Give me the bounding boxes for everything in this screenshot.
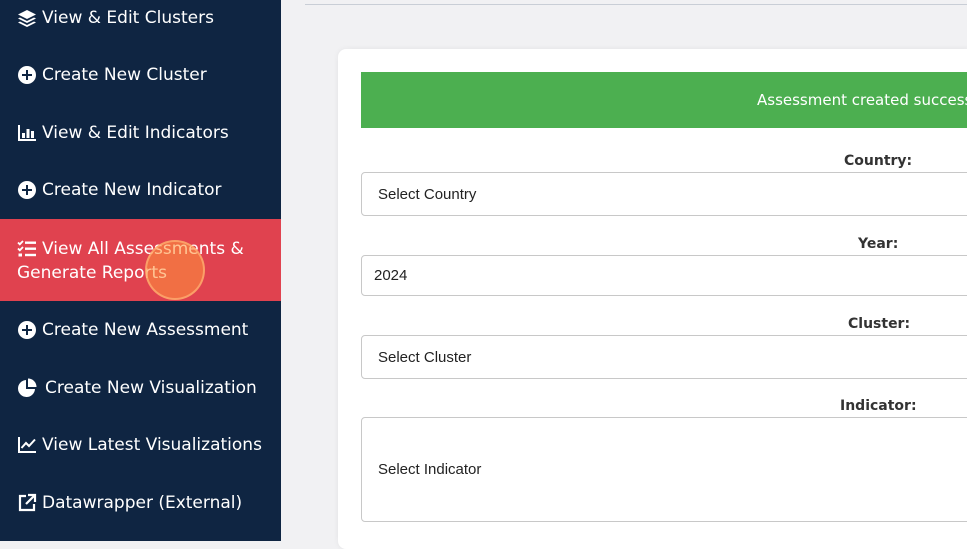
country-label: Country: bbox=[844, 153, 913, 169]
top-divider bbox=[305, 4, 967, 5]
external-link-icon bbox=[17, 493, 37, 513]
sidebar-item-label-line1: View All Assessments & bbox=[42, 239, 244, 259]
cluster-select[interactable]: Select Cluster bbox=[361, 335, 967, 379]
success-alert: Assessment created successfully bbox=[361, 72, 967, 128]
sidebar: View & Edit Clusters Create New Cluster … bbox=[0, 0, 281, 541]
sidebar-item-datawrapper-external[interactable]: Datawrapper (External) bbox=[0, 485, 281, 521]
sidebar-item-label: Datawrapper (External) bbox=[42, 493, 243, 513]
sidebar-item-view-all-assessments[interactable]: View All Assessments & Generate Reports bbox=[0, 219, 281, 301]
country-select[interactable]: Select Country bbox=[361, 172, 967, 216]
line-chart-icon bbox=[17, 435, 37, 455]
sidebar-item-label: View Latest Visualizations bbox=[42, 435, 262, 455]
sidebar-item-create-new-indicator[interactable]: Create New Indicator bbox=[0, 172, 281, 208]
cluster-select-value: Select Cluster bbox=[378, 348, 472, 366]
sidebar-item-label: View & Edit Indicators bbox=[42, 123, 229, 143]
indicator-label: Indicator: bbox=[840, 398, 917, 414]
sidebar-item-label: View All Assessments & Generate Reports bbox=[17, 237, 244, 285]
bar-chart-icon bbox=[17, 123, 37, 143]
sidebar-item-label: View & Edit Clusters bbox=[42, 8, 214, 28]
year-label: Year: bbox=[858, 236, 899, 252]
sidebar-item-create-new-visualization[interactable]: Create New Visualization bbox=[0, 370, 281, 406]
sidebar-item-create-new-cluster[interactable]: Create New Cluster bbox=[0, 57, 281, 93]
checklist-icon bbox=[17, 239, 37, 259]
sidebar-item-view-edit-indicators[interactable]: View & Edit Indicators bbox=[0, 115, 281, 151]
sidebar-item-label: Create New Visualization bbox=[45, 378, 257, 398]
plus-circle-icon bbox=[17, 320, 37, 340]
sidebar-item-label: Create New Assessment bbox=[42, 320, 249, 340]
pie-chart-icon bbox=[17, 378, 37, 398]
sidebar-item-create-new-assessment[interactable]: Create New Assessment bbox=[0, 312, 281, 348]
sidebar-item-label: Create New Cluster bbox=[42, 65, 207, 85]
plus-circle-icon bbox=[17, 65, 37, 85]
country-select-value: Select Country bbox=[378, 185, 477, 203]
success-alert-text: Assessment created successfully bbox=[757, 91, 967, 109]
sidebar-item-view-edit-clusters[interactable]: View & Edit Clusters bbox=[0, 0, 281, 36]
year-input[interactable]: 2024 bbox=[361, 255, 967, 296]
cluster-label: Cluster: bbox=[848, 316, 911, 332]
layers-icon bbox=[17, 8, 37, 28]
sidebar-item-label: Create New Indicator bbox=[42, 180, 222, 200]
indicator-select-value: Select Indicator bbox=[378, 461, 482, 478]
indicator-select[interactable]: Select Indicator bbox=[361, 417, 967, 522]
sidebar-item-label-line2: Generate Reports bbox=[17, 263, 168, 283]
sidebar-item-view-latest-visualizations[interactable]: View Latest Visualizations bbox=[0, 427, 281, 463]
year-input-value: 2024 bbox=[374, 267, 408, 284]
plus-circle-icon bbox=[17, 180, 37, 200]
